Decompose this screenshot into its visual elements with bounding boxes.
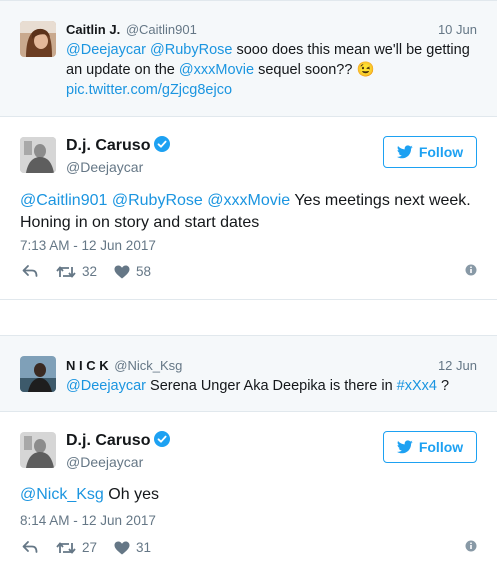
info-icon: [465, 264, 477, 276]
retweet-button[interactable]: 32: [56, 264, 97, 279]
retweet-count: 27: [82, 540, 98, 555]
tweet-actions: 32 58: [20, 264, 477, 282]
reply-tweet-nick[interactable]: N I C K @Nick_Ksg 12 Jun @Deejaycar Sere…: [0, 335, 497, 412]
tweet-text: @Deejaycar Serena Unger Aka Deepika is t…: [66, 376, 481, 396]
info-icon: [465, 540, 477, 552]
avatar-djcaruso[interactable]: [20, 137, 56, 173]
text-segment: Oh yes: [103, 486, 159, 503]
tweet-timestamp[interactable]: 7:13 AM - 12 Jun 2017: [20, 238, 156, 253]
reply-icon: [22, 265, 38, 277]
retweet-icon: [56, 265, 76, 278]
author-handle[interactable]: @Deejaycar: [66, 454, 143, 470]
tweet-text: @Nick_Ksg Oh yes: [20, 484, 481, 506]
mention-link[interactable]: @RubyRose: [150, 42, 232, 58]
text-segment: ?: [436, 378, 450, 394]
mention-link[interactable]: @Deejaycar: [66, 42, 146, 58]
reply-header: N I C K @Nick_Ksg 12 Jun: [66, 358, 477, 373]
author-handle[interactable]: @Nick_Ksg: [114, 358, 182, 373]
heart-icon: [114, 541, 130, 554]
heart-icon: [114, 265, 130, 278]
text-segment: Serena Unger Aka Deepika is there in: [146, 378, 397, 394]
reply-button[interactable]: [22, 540, 38, 554]
avatar-djcaruso[interactable]: [20, 432, 56, 468]
main-tweet-djcaruso-2: D.j. Caruso @Deejaycar Follow @Nick_Ksg …: [0, 412, 497, 571]
retweet-count: 32: [82, 264, 98, 279]
main-tweet-djcaruso-1: D.j. Caruso @Deejaycar Follow @Caitlin90…: [0, 117, 497, 300]
tweet-date[interactable]: 12 Jun: [438, 358, 477, 373]
retweet-icon: [56, 541, 76, 554]
follow-button[interactable]: Follow: [383, 431, 477, 463]
retweet-button[interactable]: 27: [56, 540, 97, 555]
author-handle[interactable]: @Caitlin901: [126, 22, 197, 37]
mention-link[interactable]: @xxxMovie: [207, 192, 290, 209]
tweet-date[interactable]: 10 Jun: [438, 22, 477, 37]
hashtag-link[interactable]: #xXx4: [397, 378, 437, 394]
reply-icon: [22, 541, 38, 553]
twitter-bird-icon: [396, 145, 413, 159]
mention-link[interactable]: @Caitlin901: [20, 192, 107, 209]
author-name[interactable]: D.j. Caruso: [66, 136, 171, 155]
like-count: 31: [136, 540, 152, 555]
twitter-bird-icon: [396, 440, 413, 454]
tweet-text: @Deejaycar @RubyRose sooo does this mean…: [66, 40, 481, 100]
mention-link[interactable]: @RubyRose: [112, 192, 203, 209]
media-link[interactable]: pic.twitter.com/gZjcg8ejco: [66, 82, 232, 98]
tweet-timestamp[interactable]: 8:14 AM - 12 Jun 2017: [20, 513, 156, 528]
like-count: 58: [136, 264, 152, 279]
author-name[interactable]: Caitlin J.: [66, 22, 120, 37]
reply-header: Caitlin J. @Caitlin901 10 Jun: [66, 22, 477, 37]
text-segment: sequel soon??: [254, 62, 357, 78]
follow-label[interactable]: Follow: [419, 144, 463, 160]
reply-tweet-caitlin[interactable]: Caitlin J. @Caitlin901 10 Jun @Deejaycar…: [0, 0, 497, 117]
author-name[interactable]: N I C K: [66, 358, 109, 373]
mention-link[interactable]: @xxxMovie: [179, 62, 254, 78]
like-button[interactable]: 58: [114, 264, 151, 279]
tweet-actions: 27 31: [20, 540, 477, 558]
verified-badge-icon: [154, 431, 171, 447]
reply-button[interactable]: [22, 264, 38, 278]
author-name-text[interactable]: D.j. Caruso: [66, 137, 150, 154]
author-name[interactable]: D.j. Caruso: [66, 431, 171, 450]
wink-emoji-icon: 😉: [356, 62, 375, 78]
tweet-text: @Caitlin901 @RubyRose @xxxMovie Yes meet…: [20, 190, 481, 234]
avatar-caitlin[interactable]: [20, 21, 56, 57]
avatar-nick[interactable]: [20, 356, 56, 392]
verified-badge-icon: [154, 136, 171, 152]
mention-link[interactable]: @Nick_Ksg: [20, 486, 104, 503]
tweet-info-button[interactable]: [465, 264, 477, 276]
like-button[interactable]: 31: [114, 540, 151, 555]
follow-button[interactable]: Follow: [383, 136, 477, 168]
author-name-text[interactable]: D.j. Caruso: [66, 432, 150, 449]
tweet-info-button[interactable]: [465, 540, 477, 552]
mention-link[interactable]: @Deejaycar: [66, 378, 146, 394]
follow-label[interactable]: Follow: [419, 439, 463, 455]
author-handle[interactable]: @Deejaycar: [66, 159, 143, 175]
